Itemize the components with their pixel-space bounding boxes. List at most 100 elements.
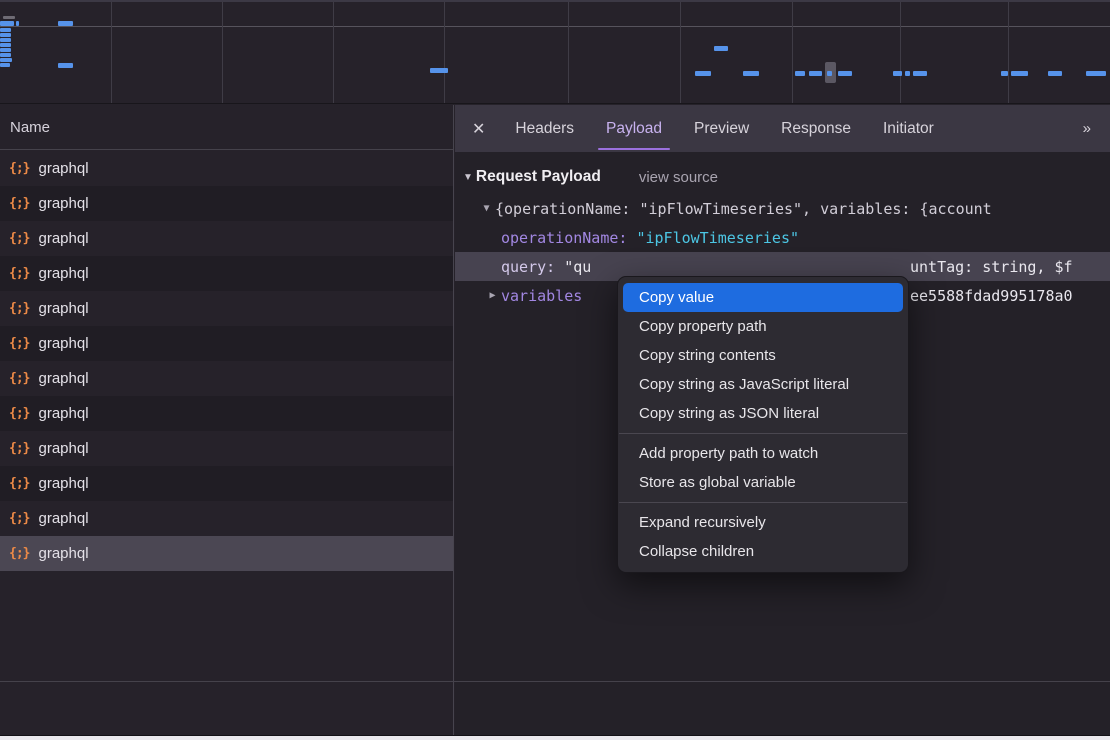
json-icon: {;} bbox=[9, 441, 29, 456]
request-row[interactable]: {;}graphql bbox=[0, 466, 453, 501]
grid-line bbox=[680, 2, 681, 103]
menu-item-copy-string-as-javascript-literal[interactable]: Copy string as JavaScript literal bbox=[618, 370, 908, 399]
waterfall-bar bbox=[0, 63, 10, 67]
expand-icon[interactable]: ▼ bbox=[478, 203, 495, 214]
request-payload-header[interactable]: ▼ Request Payload view source bbox=[455, 152, 1110, 194]
request-name: graphql bbox=[38, 370, 88, 387]
waterfall-bar bbox=[827, 71, 832, 76]
waterfall-bar bbox=[743, 71, 759, 76]
request-row[interactable]: {;} graphql bbox=[0, 291, 453, 326]
waterfall-bar bbox=[0, 33, 11, 37]
grid-line bbox=[333, 2, 334, 103]
grid-line bbox=[900, 2, 901, 103]
request-name: graphql bbox=[38, 475, 88, 492]
tab-payload[interactable]: Payload bbox=[590, 105, 678, 152]
request-name: graphql bbox=[38, 160, 88, 177]
grid-line bbox=[222, 2, 223, 103]
request-row[interactable]: {;} graphql bbox=[0, 396, 453, 431]
request-row[interactable]: {;}graphql bbox=[0, 361, 453, 396]
request-row[interactable]: {;} graphql bbox=[0, 326, 453, 361]
request-name: graphql bbox=[38, 545, 88, 562]
menu-item-add-property-path-to-watch[interactable]: Add property path to watch bbox=[618, 439, 908, 468]
tab-preview[interactable]: Preview bbox=[678, 105, 765, 152]
footer-divider bbox=[0, 681, 1110, 682]
overview-baseline bbox=[0, 26, 1110, 27]
tab-response[interactable]: Response bbox=[765, 105, 867, 152]
menu-item-copy-value[interactable]: Copy value bbox=[623, 283, 903, 312]
json-icon: {;} bbox=[9, 301, 29, 316]
tab-headers[interactable]: Headers bbox=[499, 105, 590, 152]
json-icon: {;} bbox=[9, 336, 29, 351]
grid-line bbox=[444, 2, 445, 103]
menu-item-expand-recursively[interactable]: Expand recursively bbox=[618, 508, 908, 537]
waterfall-bar bbox=[695, 71, 711, 76]
property-value-end: ee5588fdad995178a0 bbox=[910, 281, 1073, 310]
name-column-header[interactable]: Name bbox=[0, 105, 453, 150]
waterfall-bar bbox=[0, 38, 11, 42]
request-name: graphql bbox=[38, 300, 88, 317]
context-menu: Copy valueCopy property pathCopy string … bbox=[617, 276, 909, 573]
tab-bar: ✕ HeadersPayloadPreviewResponseInitiator… bbox=[455, 105, 1110, 152]
section-title: Request Payload bbox=[476, 168, 601, 186]
menu-item-copy-string-as-json-literal[interactable]: Copy string as JSON literal bbox=[618, 399, 908, 428]
request-row[interactable]: {;}graphql bbox=[0, 536, 453, 571]
close-icon[interactable]: ✕ bbox=[455, 105, 499, 152]
menu-separator bbox=[619, 433, 907, 434]
menu-item-collapse-children[interactable]: Collapse children bbox=[618, 537, 908, 566]
waterfall-bar bbox=[0, 58, 12, 62]
name-column-label: Name bbox=[10, 119, 50, 136]
json-icon: {;} bbox=[9, 231, 29, 246]
property-value: "ipFlowTimeseries" bbox=[636, 229, 799, 247]
request-row[interactable]: {;}graphql bbox=[0, 501, 453, 536]
json-icon: {;} bbox=[9, 196, 29, 211]
waterfall-bar bbox=[16, 21, 19, 26]
request-name: graphql bbox=[38, 195, 88, 212]
json-icon: {;} bbox=[9, 406, 29, 421]
waterfall-bar bbox=[905, 71, 910, 76]
waterfall-bar bbox=[58, 21, 73, 26]
waterfall-bar bbox=[0, 48, 11, 52]
request-name: graphql bbox=[38, 265, 88, 282]
waterfall-bar bbox=[0, 21, 14, 26]
waterfall-bar bbox=[714, 46, 728, 51]
overflow-tabs-icon[interactable]: » bbox=[1063, 105, 1110, 152]
waterfall-bar bbox=[913, 71, 927, 76]
waterfall-bar bbox=[1048, 71, 1062, 76]
property-key: variables bbox=[501, 287, 582, 305]
waterfall-bar bbox=[3, 16, 15, 19]
json-icon: {;} bbox=[9, 511, 29, 526]
menu-separator bbox=[619, 502, 907, 503]
grid-line bbox=[568, 2, 569, 103]
waterfall-bar bbox=[0, 53, 11, 57]
json-icon: {;} bbox=[9, 266, 29, 281]
request-name: graphql bbox=[38, 230, 88, 247]
network-overview[interactable] bbox=[0, 0, 1110, 104]
waterfall-bar bbox=[795, 71, 805, 76]
menu-item-copy-property-path[interactable]: Copy property path bbox=[618, 312, 908, 341]
grid-line bbox=[792, 2, 793, 103]
request-row[interactable]: {;} graphql bbox=[0, 431, 453, 466]
request-list: {;} graphql {;} graphql {;} graphql {;} graphql… bbox=[0, 151, 453, 571]
request-row[interactable]: {;} graphql bbox=[0, 186, 453, 221]
page-bottom-edge bbox=[0, 735, 1110, 740]
section-collapse-icon[interactable]: ▼ bbox=[463, 172, 473, 183]
tab-initiator[interactable]: Initiator bbox=[867, 105, 950, 152]
request-row[interactable]: {;} graphql bbox=[0, 221, 453, 256]
view-source-link[interactable]: view source bbox=[639, 169, 718, 186]
waterfall-bar bbox=[0, 28, 11, 32]
request-name: graphql bbox=[38, 440, 88, 457]
menu-item-copy-string-contents[interactable]: Copy string contents bbox=[618, 341, 908, 370]
waterfall-bar bbox=[430, 68, 448, 73]
menu-item-store-as-global-variable[interactable]: Store as global variable bbox=[618, 468, 908, 497]
grid-line bbox=[1008, 2, 1009, 103]
request-name: graphql bbox=[38, 405, 88, 422]
tree-row-root[interactable]: ▼ {operationName: "ipFlowTimeseries", va… bbox=[455, 194, 1110, 223]
request-row[interactable]: {;}graphql bbox=[0, 151, 453, 186]
collapsed-icon[interactable]: ▶ bbox=[484, 290, 501, 301]
request-list-panel: Name {;}graphql{;}graphql{;}graphql{;}gr… bbox=[0, 105, 454, 735]
request-name: graphql bbox=[38, 335, 88, 352]
tree-row-operation-name[interactable]: operationName: "ipFlowTimeseries" bbox=[455, 223, 1110, 252]
request-row[interactable]: {;} graphql bbox=[0, 256, 453, 291]
waterfall-bar bbox=[809, 71, 822, 76]
waterfall-bar bbox=[1001, 71, 1008, 76]
